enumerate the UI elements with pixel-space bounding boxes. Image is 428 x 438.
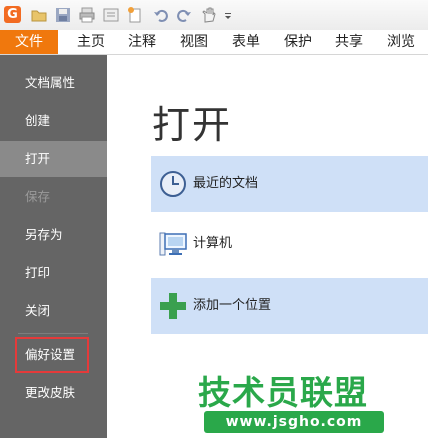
option-computer[interactable]: 计算机 [151, 216, 428, 272]
backstage-menu: 文档属性 创建 打开 保存 另存为 打印 关闭 偏好设置 更改皮肤 [0, 55, 107, 438]
customize-dropdown-icon[interactable] [222, 6, 234, 24]
preferences-highlight-box [15, 337, 89, 373]
hand-tool-icon[interactable] [200, 6, 218, 24]
option-add-location[interactable]: 添加一个位置 [151, 278, 428, 334]
computer-icon [158, 228, 188, 260]
menu-item-create[interactable]: 创建 [0, 103, 107, 139]
tab-annotate[interactable]: 注释 [128, 30, 156, 54]
menu-item-print[interactable]: 打印 [0, 255, 107, 291]
open-folder-icon[interactable] [30, 6, 48, 24]
option-label: 最近的文档 [193, 176, 259, 191]
menu-item-open[interactable]: 打开 [0, 141, 107, 177]
menu-item-change-skin[interactable]: 更改皮肤 [0, 375, 107, 411]
save-icon[interactable] [54, 6, 72, 24]
tab-home[interactable]: 主页 [77, 30, 105, 54]
menu-item-save: 保存 [25, 189, 51, 204]
clock-icon [158, 168, 188, 200]
page-title: 打开 [152, 103, 233, 147]
menu-item-save-as[interactable]: 另存为 [0, 217, 107, 253]
redo-icon[interactable] [175, 6, 193, 24]
tab-form[interactable]: 表单 [232, 30, 260, 54]
quick-access-toolbar: G [0, 0, 428, 31]
undo-icon[interactable] [152, 6, 170, 24]
app-logo-icon[interactable]: G [4, 6, 21, 23]
print-icon[interactable] [78, 6, 96, 24]
tab-view[interactable]: 视图 [180, 30, 208, 54]
tab-browse[interactable]: 浏览 [387, 30, 415, 54]
menu-item-close[interactable]: 关闭 [0, 293, 107, 329]
tab-share[interactable]: 共享 [335, 30, 363, 54]
option-label: 添加一个位置 [193, 298, 272, 313]
plus-icon [158, 290, 188, 322]
ribbon-tabs: 文件 主页 注释 视图 表单 保护 共享 浏览 [0, 30, 428, 55]
tab-protect[interactable]: 保护 [284, 30, 312, 54]
tab-file[interactable]: 文件 [0, 30, 58, 54]
properties-icon[interactable] [102, 6, 120, 24]
option-label: 计算机 [193, 236, 233, 251]
watermark-title: 技术员联盟 [198, 373, 368, 412]
new-document-icon[interactable] [126, 6, 144, 24]
watermark-url: www.jsgho.com [204, 411, 384, 433]
menu-divider [18, 333, 88, 334]
option-recent-documents[interactable]: 最近的文档 [151, 156, 428, 212]
menu-item-document-properties[interactable]: 文档属性 [0, 65, 107, 101]
